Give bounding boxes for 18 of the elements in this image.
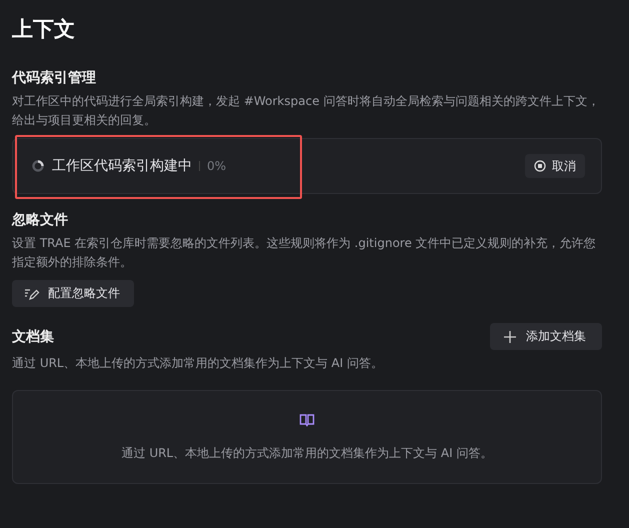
configure-ignore-button[interactable]: 配置忽略文件: [12, 280, 134, 307]
cancel-button[interactable]: 取消: [525, 154, 585, 178]
section-description: 设置 TRAE 在索引仓库时需要忽略的文件列表。这些规则将作为 .gitignore 文件中已定义规则的补充，允许您指定额外的排除条件。: [12, 235, 597, 271]
section-heading: 代码索引管理: [12, 69, 97, 88]
edit-list-icon: [24, 286, 40, 300]
add-docs-button[interactable]: 添加文档集: [490, 323, 602, 350]
status-label: 工作区代码索引构建中: [52, 157, 192, 175]
plus-icon: [504, 330, 516, 342]
section-heading: 文档集: [12, 328, 54, 346]
progress-percent: 0%: [207, 159, 226, 173]
page-title: 上下文: [12, 16, 76, 43]
book-icon: [299, 412, 315, 426]
section-description: 通过 URL、本地上传的方式添加常用的文档集作为上下文与 AI 问答。: [12, 355, 384, 372]
empty-message: 通过 URL、本地上传的方式添加常用的文档集作为上下文与 AI 问答。: [122, 444, 492, 462]
stop-icon: [534, 160, 546, 172]
spinner-icon: [32, 160, 44, 172]
section-heading: 忽略文件: [12, 211, 69, 230]
section-description: 对工作区中的代码进行全局索引构建，发起 #Workspace 问答时将自动全局检索与问题相关的跨文件上下文，给出与项目更相关的回复。: [12, 93, 600, 129]
